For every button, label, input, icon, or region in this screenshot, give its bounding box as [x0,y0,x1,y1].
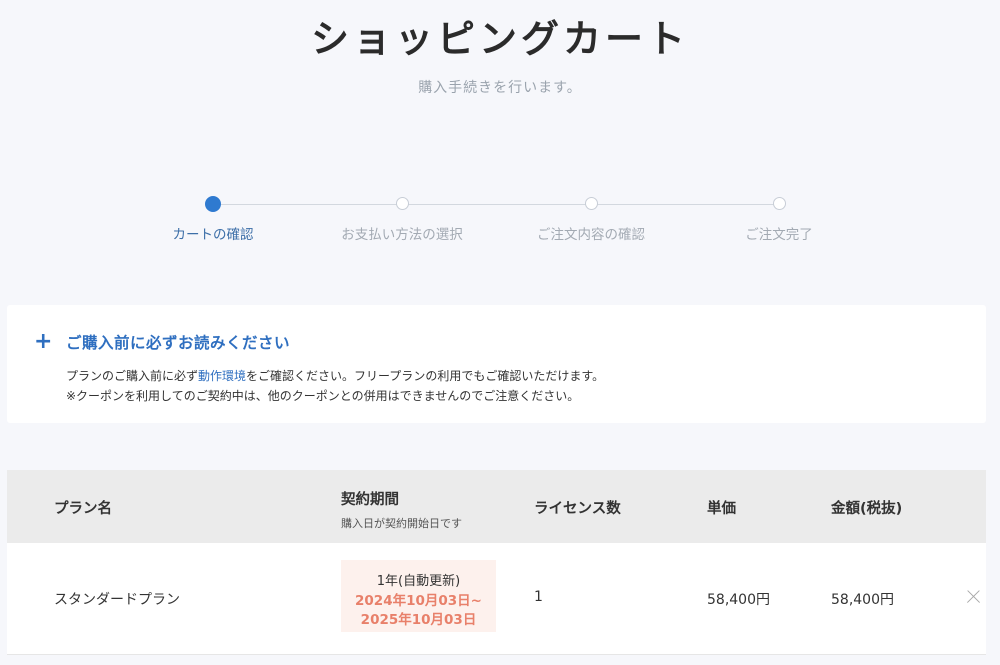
step-label: ご注文完了 [745,227,813,243]
header-unit-price: 単価 [707,501,736,517]
notice-heading[interactable]: ご購入前に必ずお読みください [66,331,290,353]
header-contract-period: 契約期間 購入日が契約開始日です [341,488,462,531]
step-cart-confirm: カートの確認 [118,196,308,243]
page-subtitle: 購入手続きを行います。 [418,80,582,96]
period-cycle: 1年(自動更新) [376,574,461,589]
notice-text-coupon: ※クーポンを利用してのご契約中は、他のクーポンとの併用はできませんのでご注意くだ… [66,389,580,403]
expand-plus-icon[interactable]: + [34,329,52,354]
cart-table-row: スタンダードプラン 1年(自動更新) 2024年10月03日~ 2025年10月… [7,543,986,655]
notice-text-environment: プランのご購入前に必ず動作環境をご確認ください。フリープランの利用でもご確認いた… [66,367,604,384]
step-order-complete: ご注文完了 [684,196,874,243]
row-license-count[interactable]: 1 [534,589,543,605]
remove-item-close-icon[interactable] [965,589,981,605]
step-dot [772,197,786,210]
step-payment-method: お支払い方法の選択 [307,196,497,243]
step-current-dot [205,196,221,212]
period-start: 2024年10月03日~ [355,593,482,609]
cart-table-header: プラン名 契約期間 購入日が契約開始日です ライセンス数 単価 金額(税抜) [7,470,986,543]
checkout-stepper: カートの確認 お支払い方法の選択 ご注文内容の確認 ご注文完了 [118,196,873,248]
row-amount: 58,400円 [831,592,894,608]
period-end: 2025年10月03日 [360,612,477,628]
header-license-count: ライセンス数 [534,501,621,517]
notice-text-before: プランのご購入前に必ず [66,369,199,383]
step-dot [584,197,598,210]
step-label: カートの確認 [172,227,254,243]
step-label: お支払い方法の選択 [341,227,463,243]
row-plan-name: スタンダードプラン [54,592,180,608]
header-amount: 金額(税抜) [831,501,903,517]
step-dot [395,197,409,210]
header-plan-name: プラン名 [54,501,112,517]
row-unit-price: 58,400円 [707,592,770,608]
pre-purchase-notice: + ご購入前に必ずお読みください プランのご購入前に必ず動作環境をご確認ください… [7,305,986,423]
step-label: ご注文内容の確認 [537,227,645,243]
step-order-review: ご注文内容の確認 [496,196,686,243]
notice-text-after: をご確認ください。フリープランの利用でもご確認いただけます。 [246,369,605,383]
header-period-note: 購入日が契約開始日です [341,517,462,530]
page-title: ショッピングカート [310,17,689,61]
shopping-cart-page: ショッピングカート 購入手続きを行います。 カートの確認 お支払い方法の選択 ご… [0,0,1000,665]
environment-link[interactable]: 動作環境 [198,369,246,383]
header-period-label: 契約期間 [341,492,399,508]
row-contract-period: 1年(自動更新) 2024年10月03日~ 2025年10月03日 [341,560,496,632]
